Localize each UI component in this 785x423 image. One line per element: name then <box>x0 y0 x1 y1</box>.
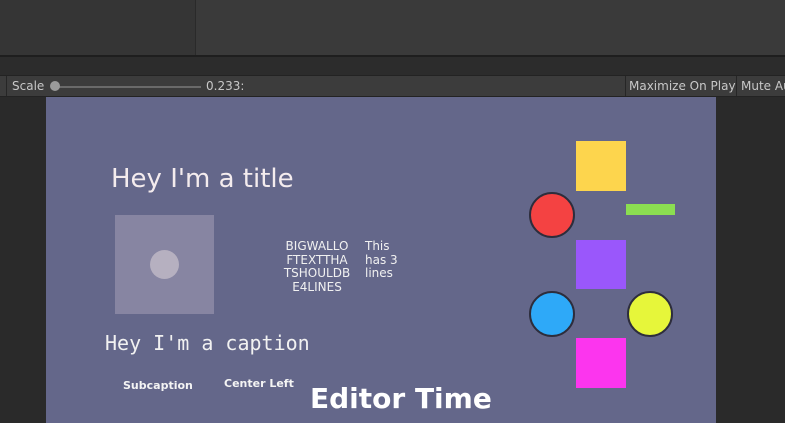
green-bar <box>626 204 675 215</box>
editor-time-label: Editor Time <box>310 382 492 415</box>
wrapped-text-block: BIGWALLO FTEXTTHA TSHOULDB E4LINES <box>282 239 352 295</box>
red-circle <box>529 192 575 238</box>
blue-circle <box>529 291 575 337</box>
mute-audio-toggle[interactable]: Mute Au <box>737 76 785 96</box>
text-line: BIGWALLO <box>285 239 349 253</box>
circle-image <box>150 250 179 279</box>
text-line: E4LINES <box>292 280 342 295</box>
game-view-toolbar: Scale 0.233: Maximize On Play Mute Au <box>0 75 785 97</box>
tab-strip <box>0 57 785 75</box>
lime-circle <box>627 291 673 337</box>
maximize-on-play-toggle[interactable]: Maximize On Play <box>625 76 736 96</box>
image-panel <box>115 215 214 314</box>
top-left-panel <box>0 0 196 55</box>
scale-slider[interactable] <box>55 86 201 88</box>
scale-label: Scale <box>12 79 45 93</box>
caption-text: Hey I'm a caption <box>105 331 310 355</box>
text-line: FTEXTTHA <box>286 252 348 267</box>
yellow-square <box>576 141 626 191</box>
game-canvas[interactable]: Hey I'm a title BIGWALLO FTEXTTHA TSHOUL… <box>46 97 716 423</box>
purple-square <box>576 240 626 289</box>
scale-value: 0.233: <box>206 79 245 93</box>
top-right-panel <box>196 0 785 55</box>
magenta-square <box>576 338 626 388</box>
three-lines-text-block: This has 3 lines <box>365 239 401 281</box>
center-left-text: Center Left <box>224 377 294 390</box>
title-text: Hey I'm a title <box>111 164 294 194</box>
text-line: TSHOULDB <box>283 266 351 281</box>
scale-slider-thumb[interactable] <box>50 81 60 91</box>
editor-top-panel <box>0 0 785 56</box>
text-line: has 3 <box>365 252 398 267</box>
subcaption-text: Subcaption <box>123 379 193 392</box>
text-line: This <box>365 239 390 253</box>
text-line: lines <box>365 266 393 281</box>
toolbar-separator <box>6 76 7 96</box>
